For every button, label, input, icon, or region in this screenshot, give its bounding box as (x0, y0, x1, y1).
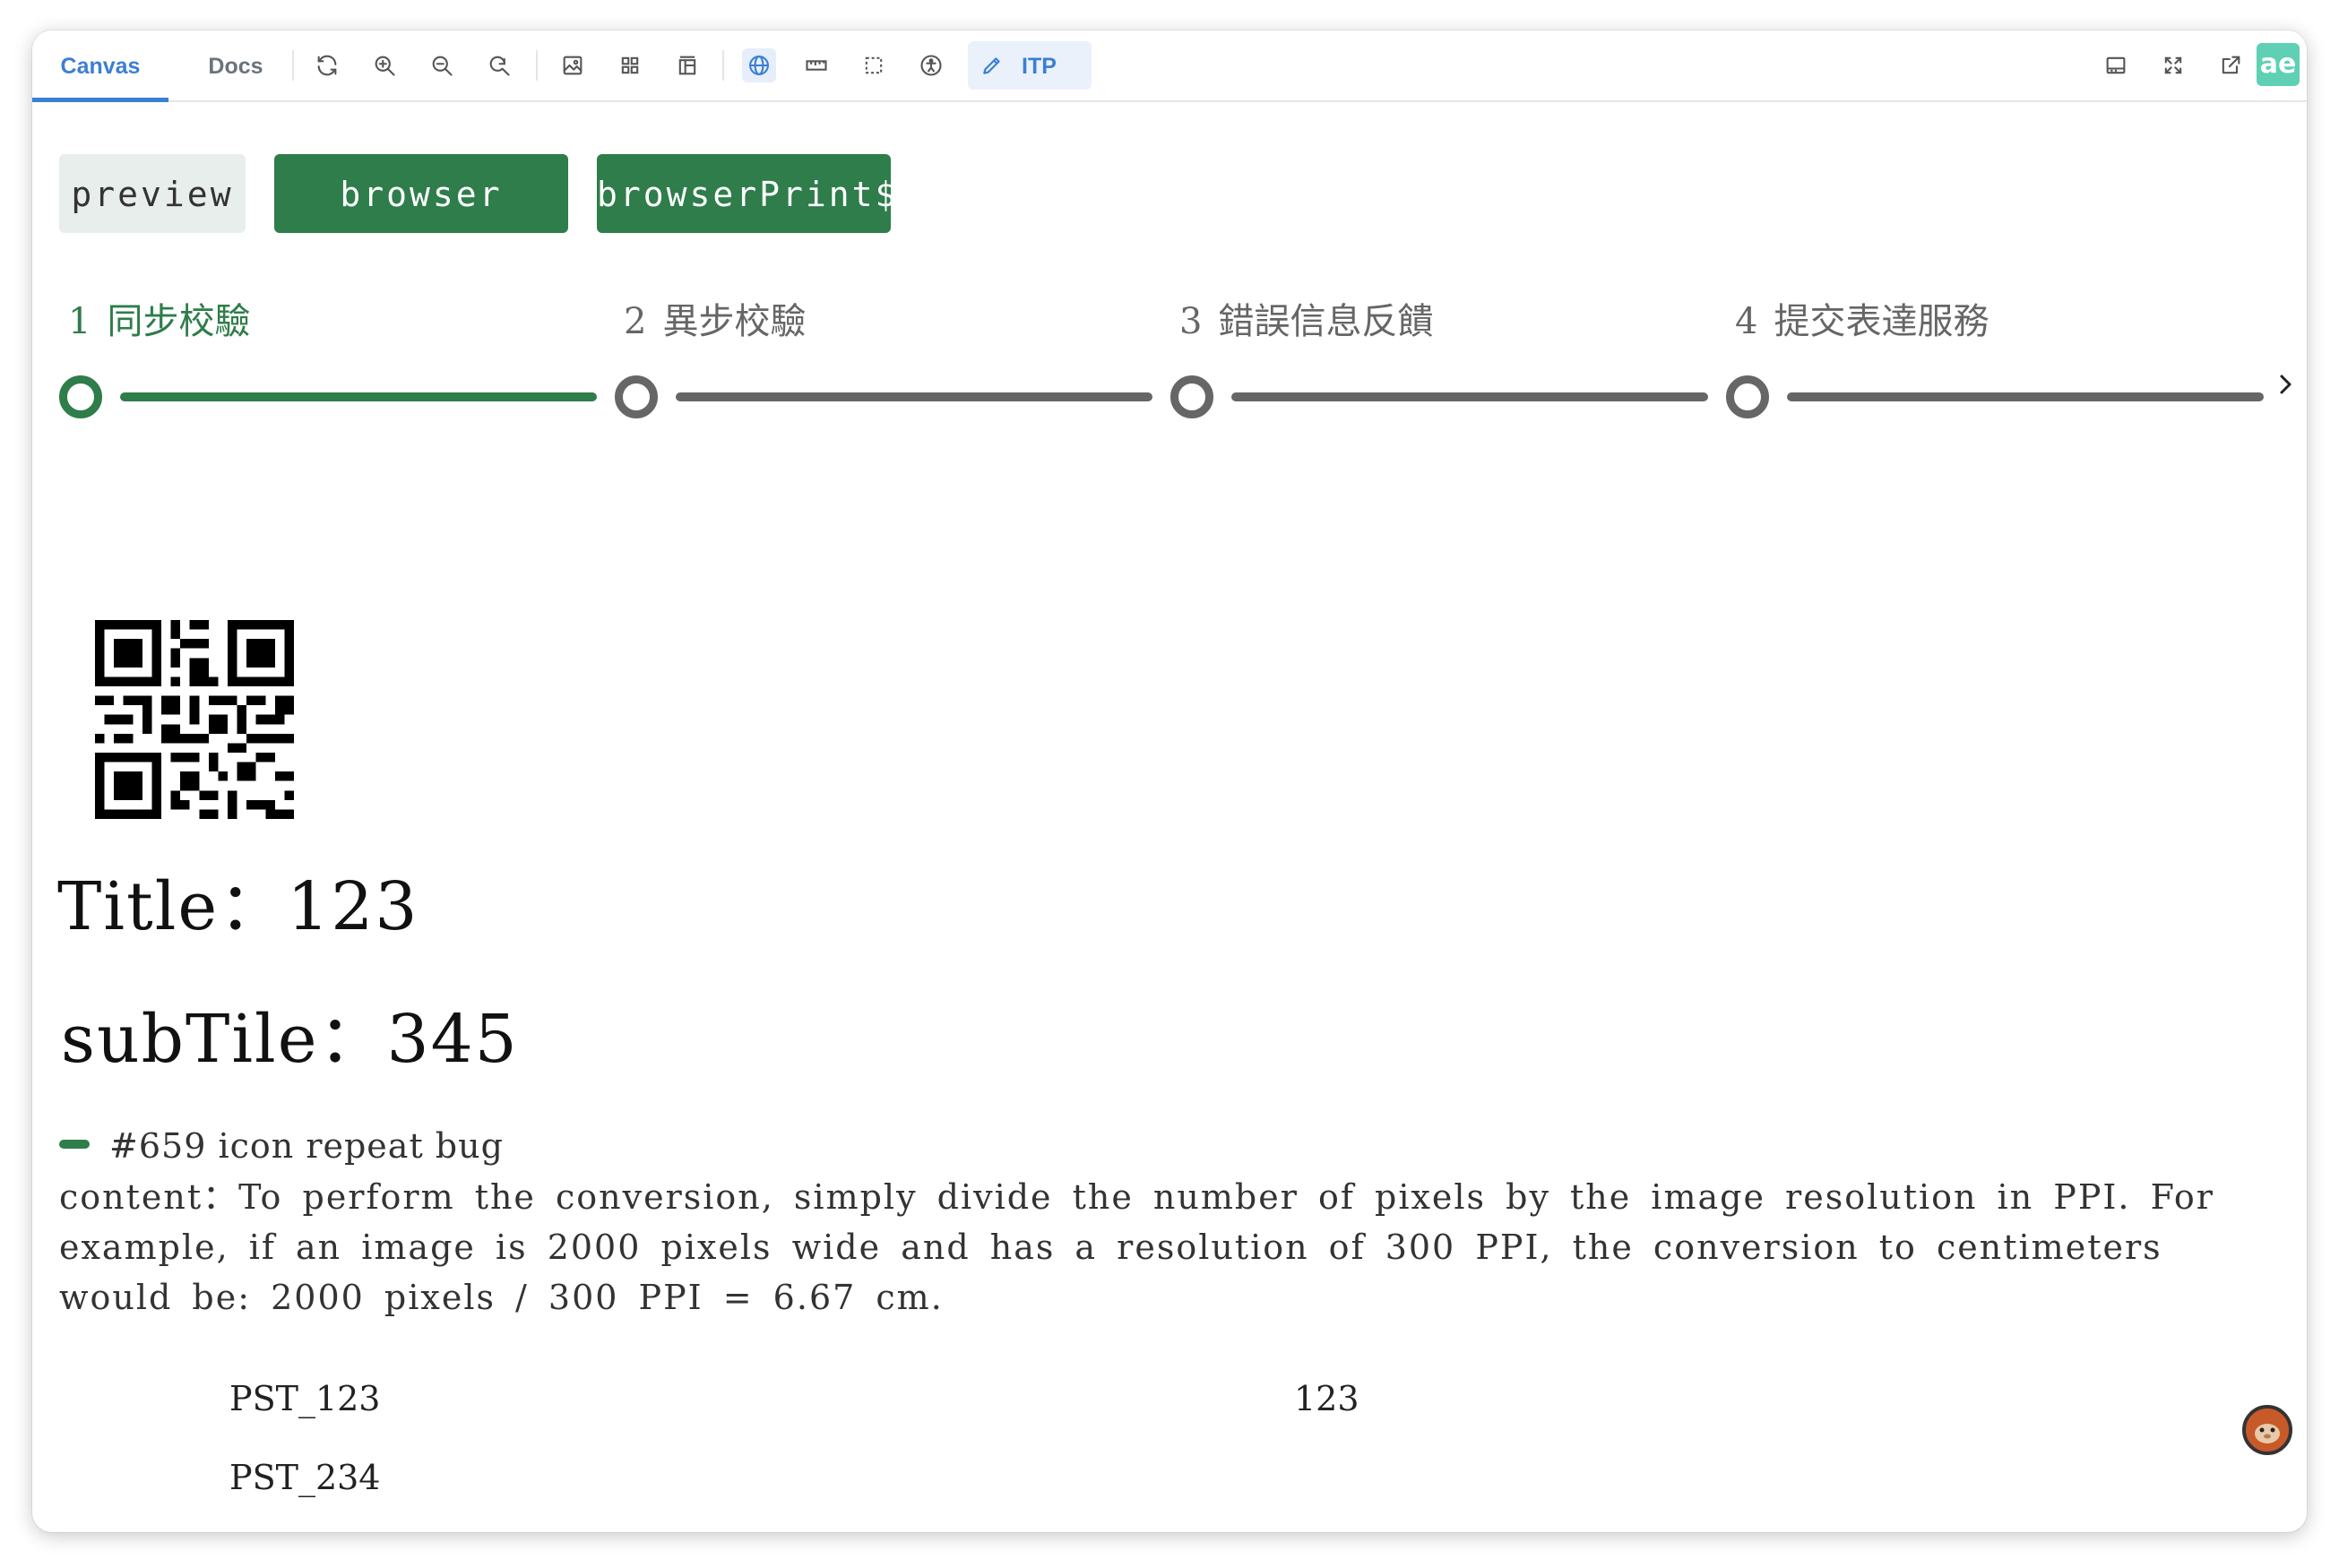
zoom-out-icon[interactable] (425, 48, 459, 82)
monkey-face-icon (2255, 1424, 2280, 1443)
itp-label: ITP (1022, 54, 1057, 79)
pencil-icon (983, 57, 1000, 74)
toolbar-divider (536, 50, 538, 81)
tag-indicator (59, 1140, 90, 1149)
step-3-label[interactable]: 3 錯誤信息反饋 (1179, 299, 1433, 344)
step-2-progress-line (676, 392, 1152, 401)
step-2-dot[interactable] (615, 375, 658, 418)
globe-icon[interactable] (742, 48, 776, 82)
tag-label: #659 icon repeat bug (109, 1126, 504, 1166)
grid-icon[interactable] (613, 48, 647, 82)
step-4-progress-line (1787, 392, 2264, 401)
panel-icon[interactable] (2099, 48, 2133, 82)
step-3-progress-line (1231, 392, 1708, 401)
table-cell: PST_123 (229, 1379, 381, 1418)
doc-subtitle: subTile：345 (61, 1001, 519, 1078)
table-cell: PST_234 (229, 1458, 381, 1497)
itp-button[interactable]: ITP (968, 41, 1092, 90)
step-1-dot[interactable] (59, 375, 102, 418)
step-4-label[interactable]: 4 提交表達服務 (1735, 299, 1989, 344)
zoom-in-icon[interactable] (367, 48, 401, 82)
step-1-label[interactable]: 1 同步校驗 (68, 299, 250, 344)
assistant-avatar[interactable] (2242, 1405, 2292, 1455)
step-4-dot[interactable] (1726, 375, 1769, 418)
toolbar-divider (722, 50, 724, 81)
top-toolbar: Canvas Docs ITP ae (32, 30, 2307, 102)
outline-icon[interactable] (857, 48, 891, 82)
zoom-reset-icon[interactable] (482, 48, 516, 82)
toolbar-divider (292, 50, 294, 81)
brand-logo[interactable]: ae (2257, 43, 2300, 86)
step-3-dot[interactable] (1170, 375, 1213, 418)
step-1-progress-line (120, 392, 597, 401)
open-external-icon[interactable] (2214, 48, 2248, 82)
tab-docs[interactable]: Docs (185, 30, 287, 100)
refresh-icon[interactable] (310, 48, 344, 82)
step-2-label[interactable]: 2 異步校驗 (624, 299, 806, 344)
browser-print-button[interactable]: browser print (274, 154, 568, 295)
doc-title: Title：123 (57, 868, 419, 945)
qr-code (95, 620, 294, 819)
app-window: Canvas Docs ITP ae preview browser print… (32, 30, 2307, 1532)
accessibility-icon[interactable] (914, 48, 948, 82)
preview-button[interactable]: preview (59, 154, 246, 233)
browser-print-observable-button[interactable]: browserPrint$ (597, 154, 895, 233)
chevron-right-icon[interactable] (2274, 369, 2298, 400)
tab-canvas[interactable]: Canvas (32, 30, 168, 102)
fullscreen-icon[interactable] (2156, 48, 2190, 82)
image-icon[interactable] (556, 48, 590, 82)
ruler-icon[interactable] (799, 48, 833, 82)
layout-icon[interactable] (670, 48, 704, 82)
doc-content: content：To perform the conversion, simpl… (59, 1177, 2214, 1317)
table-cell: 123 (1294, 1379, 1359, 1418)
